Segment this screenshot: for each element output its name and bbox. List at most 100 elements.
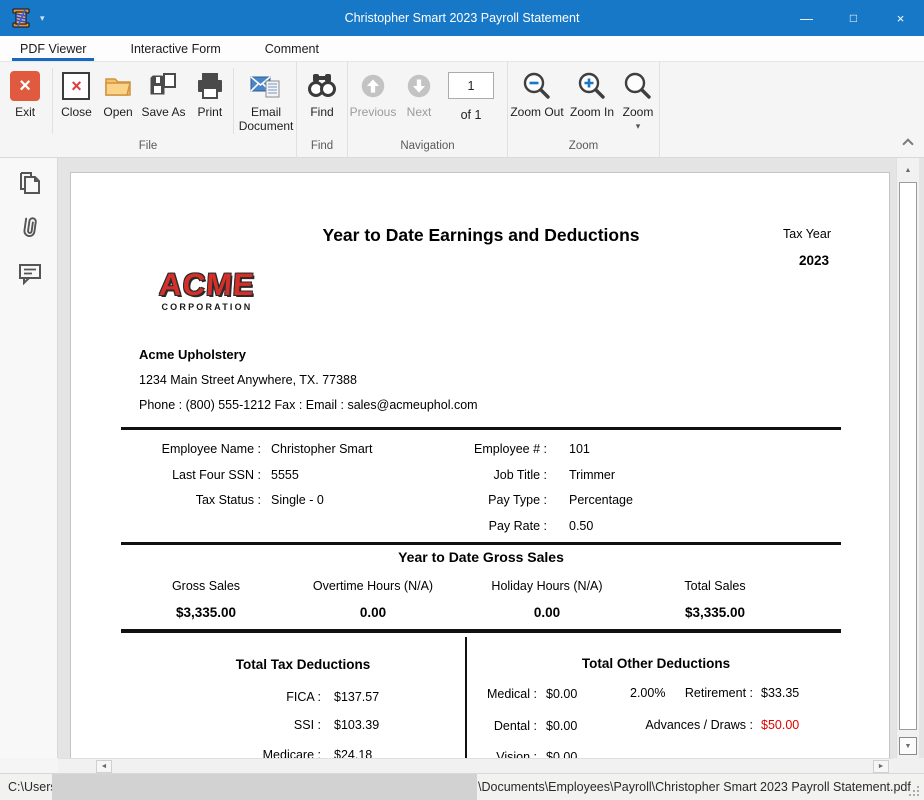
total-sales-header: Total Sales: [645, 579, 785, 593]
statusbar: C:\Users \Documents\Employees\Payroll\Ch…: [0, 773, 924, 800]
tax-status-label: Tax Status :: [71, 493, 261, 507]
save-as-button[interactable]: Save As: [138, 66, 188, 120]
company-contact: Phone : (800) 555-1212 Fax : Email : sal…: [139, 398, 478, 412]
zoom-in-icon: [575, 69, 609, 103]
exit-icon: ×: [8, 69, 42, 103]
email-document-icon: [249, 69, 283, 103]
fica-value: $137.57: [334, 690, 379, 704]
zoom-dropdown-caret-icon: ▾: [636, 121, 641, 131]
ssi-value: $103.39: [334, 718, 379, 732]
divider: [52, 68, 53, 134]
resize-grip[interactable]: [907, 784, 919, 796]
dental-label: Dental :: [437, 719, 537, 733]
vision-label: Vision :: [437, 750, 537, 758]
minimize-button[interactable]: —: [783, 0, 830, 36]
group-label-find: Find: [297, 140, 347, 158]
find-button[interactable]: Find: [298, 66, 346, 120]
medicare-label: Medicare :: [171, 748, 321, 758]
navigation-side-panel: [0, 158, 58, 758]
zoom-icon: [621, 69, 655, 103]
other-deductions-title: Total Other Deductions: [536, 656, 776, 671]
redacted-username-block: [52, 774, 477, 800]
dental-value: $0.00: [546, 719, 577, 733]
maximize-button[interactable]: □: [830, 0, 877, 36]
zoom-out-button[interactable]: Zoom Out: [508, 66, 566, 120]
pay-type-value: Percentage: [569, 493, 633, 507]
retirement-value: $33.35: [761, 686, 799, 700]
acme-logo-text: ACME: [146, 269, 268, 300]
document-title: Year to Date Earnings and Deductions: [71, 225, 891, 246]
company-address: 1234 Main Street Anywhere, TX. 77388: [139, 373, 357, 387]
scroll-left-arrow-icon[interactable]: ◄: [96, 760, 112, 773]
divider-rule: [121, 542, 841, 545]
overtime-hours-header: Overtime Hours (N/A): [293, 579, 453, 593]
medicare-value: $24.18: [334, 748, 372, 758]
app-logo-spool-icon[interactable]: [10, 7, 32, 29]
tax-year-label: Tax Year: [783, 227, 831, 241]
close-document-button[interactable]: × Close: [55, 66, 98, 120]
open-folder-icon: [101, 69, 135, 103]
job-title-label: Job Title :: [371, 468, 547, 482]
close-window-button[interactable]: ×: [877, 0, 924, 36]
ribbon-group-zoom: Zoom Out Zoom In: [508, 62, 660, 158]
divider: [233, 68, 234, 134]
medical-label: Medical :: [437, 687, 537, 701]
group-label-file: File: [0, 140, 296, 158]
group-label-zoom: Zoom: [508, 140, 659, 158]
overtime-hours-value: 0.00: [293, 605, 453, 620]
zoom-in-button[interactable]: Zoom In: [566, 66, 618, 120]
comments-icon[interactable]: [16, 259, 43, 286]
open-button[interactable]: Open: [98, 66, 139, 120]
scroll-up-arrow-icon[interactable]: ▲: [899, 161, 917, 179]
tab-interactive-form[interactable]: Interactive Form: [120, 36, 230, 61]
pdf-viewport[interactable]: Year to Date Earnings and Deductions Tax…: [59, 158, 896, 758]
divider-rule: [121, 427, 841, 430]
pdf-page: Year to Date Earnings and Deductions Tax…: [70, 172, 890, 758]
exit-button[interactable]: × Exit: [0, 66, 50, 120]
tax-year-value: 2023: [799, 253, 829, 268]
total-sales-value: $3,335.00: [645, 605, 785, 620]
tab-comment[interactable]: Comment: [255, 36, 329, 61]
scroll-right-arrow-icon[interactable]: ►: [873, 760, 889, 773]
zoom-dropdown-button[interactable]: Zoom ▾: [618, 66, 658, 131]
app-menu-caret-icon[interactable]: ▾: [40, 13, 45, 24]
ribbon-group-navigation: Previous Next of 1 Navigation: [348, 62, 508, 158]
fica-label: FICA :: [171, 690, 321, 704]
last-four-ssn-value: 5555: [271, 468, 299, 482]
page-number-widget: of 1: [448, 66, 494, 122]
print-button[interactable]: Print: [189, 66, 232, 120]
page-count-label: of 1: [461, 108, 482, 122]
advances-draws-label: Advances / Draws :: [611, 718, 753, 732]
email-document-button[interactable]: Email Document: [236, 66, 296, 134]
holiday-hours-header: Holiday Hours (N/A): [467, 579, 627, 593]
retirement-label: Retirement :: [653, 686, 753, 700]
pay-rate-label: Pay Rate :: [371, 519, 547, 533]
tab-pdf-viewer[interactable]: PDF Viewer: [10, 36, 96, 61]
vertical-scrollbar[interactable]: ▲ ▼: [896, 158, 919, 758]
acme-logo-subtext: CORPORATION: [147, 302, 267, 312]
save-as-icon: [146, 69, 180, 103]
company-name: Acme Upholstery: [139, 347, 246, 362]
scroll-down-arrow-icon[interactable]: ▼: [899, 737, 917, 755]
file-path-prefix: C:\Users: [8, 780, 57, 794]
page-number-input[interactable]: [448, 72, 494, 99]
vision-value: $0.00: [546, 750, 577, 758]
horizontal-scrollbar[interactable]: ◄ ►: [58, 758, 893, 773]
ssi-label: SSI :: [171, 718, 321, 732]
zoom-out-icon: [520, 69, 554, 103]
last-four-ssn-label: Last Four SSN :: [71, 468, 261, 482]
next-page-button[interactable]: Next: [398, 66, 440, 120]
tax-deductions-title: Total Tax Deductions: [183, 657, 423, 672]
gross-sales-header: Gross Sales: [136, 579, 276, 593]
employee-number-label: Employee # :: [371, 442, 547, 456]
ribbon-group-find: Find Find: [297, 62, 348, 158]
pay-type-label: Pay Type :: [371, 493, 547, 507]
previous-page-button[interactable]: Previous: [348, 66, 398, 120]
attachments-paperclip-icon[interactable]: [16, 214, 43, 241]
bottom-left-corner: [0, 758, 58, 773]
vertical-scrollbar-thumb[interactable]: [899, 182, 917, 730]
file-path: \Documents\Employees\Payroll\Christopher…: [478, 780, 911, 794]
ribbon-tabbar: PDF Viewer Interactive Form Comment: [0, 36, 924, 62]
page-thumbnails-icon[interactable]: [16, 170, 43, 197]
tax-status-value: Single - 0: [271, 493, 324, 507]
